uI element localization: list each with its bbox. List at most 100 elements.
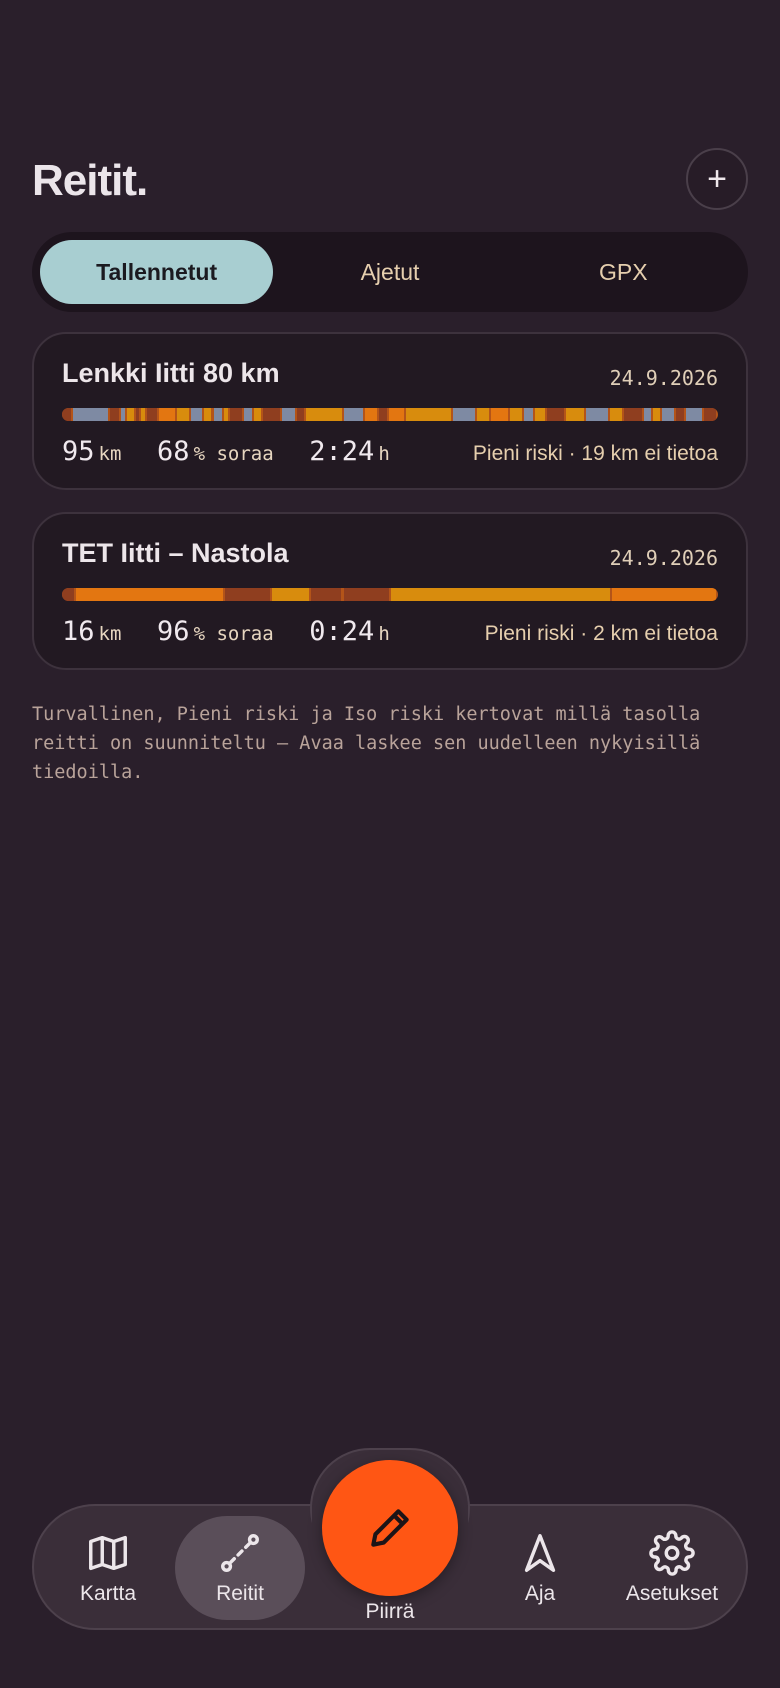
distance-value: 95 — [62, 436, 95, 467]
nav-map-label: Kartta — [79, 1582, 137, 1605]
surface-segment-unknown — [136, 408, 139, 421]
surface-segment-unknown — [378, 408, 388, 421]
nav-routes-label: Reitit — [216, 1582, 264, 1605]
surface-segment-unknown — [344, 588, 390, 601]
surface-segment-paved — [524, 408, 533, 421]
route-title: Lenkki Iitti 80 km — [62, 358, 280, 388]
surface-segment-paved — [686, 408, 703, 421]
surface-segment-gravel — [224, 408, 229, 421]
tab-ridden[interactable]: Ajetut — [273, 240, 506, 304]
surface-segment-gravel — [391, 588, 610, 601]
surface-segment-paved — [121, 408, 126, 421]
surface-segment-paved — [343, 408, 363, 421]
tab-saved[interactable]: Tallennetut — [40, 240, 274, 304]
surface-segment-rough — [158, 408, 176, 421]
surface-segment-gravel — [610, 408, 623, 421]
surface-segment-gravel — [510, 408, 523, 421]
surface-segment-gravel — [140, 408, 145, 421]
surface-segment-rough — [490, 408, 509, 421]
gear-icon — [649, 1530, 695, 1576]
surface-segment-gravel — [254, 408, 262, 421]
route-stats: 16 km 96% soraa 0:24 h — [62, 616, 416, 647]
gravel-value: 96 — [157, 616, 190, 647]
surface-segment-unknown — [263, 408, 280, 421]
surface-segment-gravel — [477, 408, 489, 421]
surface-segment-paved — [661, 408, 674, 421]
surface-bar — [62, 588, 718, 601]
surface-bar — [62, 408, 718, 421]
duration-stat: 2:24 h — [309, 436, 389, 467]
surface-segment-unknown — [675, 408, 685, 421]
surface-segment-paved — [452, 408, 476, 421]
add-route-button[interactable]: + — [686, 148, 748, 210]
risk-label: Pieni riski · 19 km ei tietoa — [472, 442, 718, 465]
surface-segment-gravel — [534, 408, 545, 421]
surface-segment-unknown — [146, 408, 157, 421]
duration-stat: 0:24 h — [309, 616, 389, 647]
surface-segment-unknown — [230, 408, 242, 421]
risk-label: Pieni riski · 2 km ei tietoa — [484, 622, 718, 645]
surface-segment-rough — [389, 408, 404, 421]
duration-value: 0:24 — [309, 616, 375, 647]
surface-segment-unknown — [62, 408, 71, 421]
nav-ride[interactable]: Aja — [475, 1516, 605, 1620]
nav-routes[interactable]: Reitit — [175, 1516, 305, 1620]
distance-stat: 95 km — [62, 436, 121, 467]
surface-segment-paved — [213, 408, 223, 421]
distance-value: 16 — [62, 616, 95, 647]
surface-segment-rough — [365, 408, 377, 421]
route-icon — [221, 1534, 259, 1572]
nav-settings-label: Asetukset — [625, 1582, 719, 1605]
nav-ride-label: Aja — [524, 1582, 556, 1605]
tab-gpx[interactable]: GPX — [507, 240, 740, 304]
navigation-arrow-icon — [524, 1534, 556, 1572]
duration-unit: h — [378, 623, 390, 645]
gravel-stat: 96% soraa — [157, 616, 274, 647]
nav-map[interactable]: Kartta — [43, 1516, 173, 1620]
distance-stat: 16 km — [62, 616, 121, 647]
surface-segment-unknown — [110, 408, 120, 421]
route-date: 24.9.2026 — [609, 366, 718, 390]
nav-draw-label[interactable]: Piirrä — [322, 1600, 458, 1624]
nav-settings[interactable]: Asetukset — [607, 1516, 737, 1620]
surface-segment-paved — [190, 408, 203, 421]
surface-segment-rough — [76, 588, 223, 601]
surface-segment-unknown — [296, 408, 304, 421]
gravel-value: 68 — [157, 436, 190, 467]
surface-segment-unknown — [624, 408, 642, 421]
gravel-unit: % soraa — [193, 443, 274, 465]
map-icon — [89, 1535, 127, 1571]
surface-segment-unknown — [704, 408, 716, 421]
distance-unit: km — [98, 443, 122, 465]
surface-segment-paved — [586, 408, 609, 421]
surface-segment-unknown — [62, 588, 75, 601]
surface-segment-gravel — [177, 408, 189, 421]
route-date: 24.9.2026 — [609, 546, 718, 570]
surface-segment-paved — [243, 408, 253, 421]
draw-button[interactable] — [322, 1460, 458, 1596]
surface-segment-gravel — [127, 408, 135, 421]
surface-segment-paved — [72, 408, 109, 421]
duration-value: 2:24 — [309, 436, 375, 467]
gravel-stat: 68% soraa — [157, 436, 274, 467]
route-title: TET Iitti – Nastola — [62, 538, 289, 568]
surface-segment-unknown — [546, 408, 565, 421]
surface-segment-gravel — [204, 408, 212, 421]
surface-segment-gravel — [405, 408, 451, 421]
route-card[interactable]: TET Iitti – Nastola 24.9.2026 16 km 96% s… — [32, 512, 748, 670]
surface-segment-paved — [643, 408, 651, 421]
gravel-unit: % soraa — [193, 623, 274, 645]
surface-segment-gravel — [305, 408, 342, 421]
surface-segment-rough — [611, 588, 716, 601]
route-card[interactable]: Lenkki Iitti 80 km 24.9.2026 95 km 68% so… — [32, 332, 748, 490]
page-title: Reitit. — [32, 156, 148, 205]
risk-explanation: Turvallinen, Pieni riski ja Iso riski ke… — [32, 704, 701, 783]
surface-segment-unknown — [224, 588, 270, 601]
surface-segment-gravel — [652, 408, 660, 421]
surface-segment-unknown — [311, 588, 341, 601]
route-stats: 95 km 68% soraa 2:24 h — [62, 436, 416, 467]
surface-segment-gravel — [271, 588, 310, 601]
surface-segment-gravel — [566, 408, 585, 421]
surface-segment-paved — [281, 408, 295, 421]
duration-unit: h — [378, 443, 390, 465]
